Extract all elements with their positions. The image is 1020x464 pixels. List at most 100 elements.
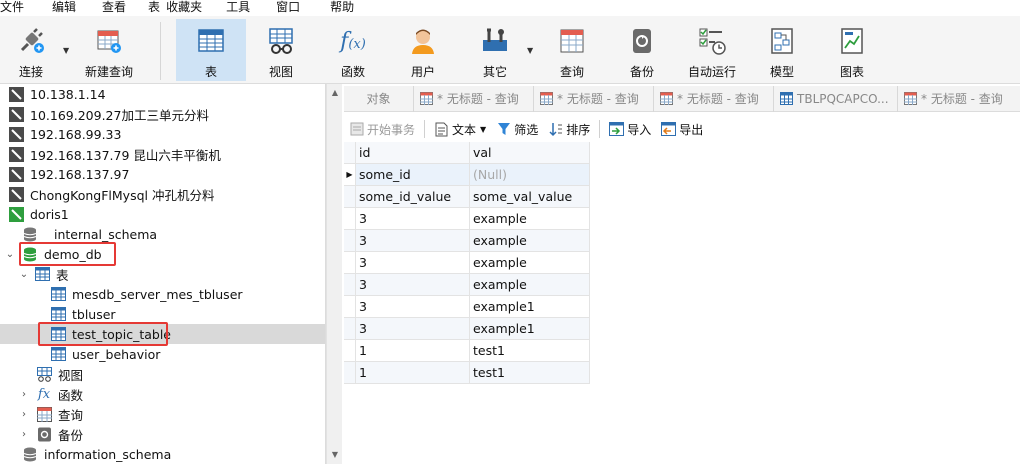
other-dropdown-icon[interactable]: ▼ bbox=[527, 46, 533, 55]
tree-item-views-folder[interactable]: 视图 bbox=[0, 364, 325, 384]
table-row[interactable]: 3 example bbox=[344, 230, 590, 252]
tree-item-table[interactable]: tbluser bbox=[0, 304, 325, 324]
table-row[interactable]: 3 example bbox=[344, 208, 590, 230]
import-button[interactable]: 导入 bbox=[604, 118, 656, 140]
tree-item-label: information_schema bbox=[44, 446, 172, 462]
cell-val[interactable]: example bbox=[470, 252, 590, 274]
tree-item-tables-folder[interactable]: ⌄ 表 bbox=[0, 264, 325, 284]
query-tab-icon bbox=[540, 92, 553, 105]
connection-active-icon bbox=[8, 206, 24, 222]
menu-tools[interactable]: 工具 bbox=[220, 0, 256, 16]
connect-dropdown-icon[interactable]: ▼ bbox=[63, 46, 69, 55]
cell-id[interactable]: 3 bbox=[356, 252, 470, 274]
cell-id[interactable]: some_id_value bbox=[356, 186, 470, 208]
checklist-clock-icon bbox=[696, 25, 728, 57]
table-row[interactable]: 3 example1 bbox=[344, 318, 590, 340]
table-row[interactable]: some_id_value some_val_value bbox=[344, 186, 590, 208]
cell-id[interactable]: some_id bbox=[356, 164, 470, 186]
table-row[interactable]: ▶ some_id (Null) bbox=[344, 164, 590, 186]
cell-id[interactable]: 3 bbox=[356, 274, 470, 296]
cell-id[interactable]: 1 bbox=[356, 340, 470, 362]
tree-item-database[interactable]: information_schema bbox=[0, 444, 325, 464]
tree-item-queries-folder[interactable]: › 查询 bbox=[0, 404, 325, 424]
view-button[interactable]: 视图 bbox=[256, 19, 306, 81]
scroll-up-icon[interactable]: ▲ bbox=[327, 86, 343, 100]
chevron-right-icon[interactable]: › bbox=[18, 429, 30, 440]
auto-run-button[interactable]: 自动运行 bbox=[684, 19, 740, 81]
cell-val[interactable]: example bbox=[470, 274, 590, 296]
cell-id[interactable]: 3 bbox=[356, 230, 470, 252]
tab-query-1[interactable]: * 无标题 - 查询 bbox=[414, 85, 534, 112]
other-button[interactable]: 其它 bbox=[470, 19, 520, 81]
text-view-button[interactable]: 文本 ▼ bbox=[429, 118, 491, 140]
sort-button[interactable]: 排序 bbox=[543, 118, 595, 140]
tree-item-database[interactable]: internal_schema bbox=[0, 224, 325, 244]
backup-button[interactable]: 备份 bbox=[617, 19, 667, 81]
chevron-right-icon[interactable]: › bbox=[18, 409, 30, 420]
function-button[interactable]: f(x) 函数 bbox=[328, 19, 378, 81]
column-header-val[interactable]: val bbox=[470, 142, 590, 164]
table-row[interactable]: 3 example bbox=[344, 252, 590, 274]
model-button[interactable]: 模型 bbox=[757, 19, 807, 81]
cell-val[interactable]: example1 bbox=[470, 296, 590, 318]
menu-table[interactable]: 表 bbox=[142, 0, 166, 16]
sort-label: 排序 bbox=[566, 122, 591, 137]
table-row[interactable]: 1 test1 bbox=[344, 362, 590, 384]
sidebar-scrollbar[interactable]: ▲ ▼ bbox=[326, 84, 342, 464]
toolbar-separator bbox=[599, 120, 601, 138]
query-button[interactable]: 查询 bbox=[547, 19, 597, 81]
tree-item-connection[interactable]: ChongKongFlMysql 冲孔机分料 bbox=[0, 184, 325, 204]
cell-val[interactable]: some_val_value bbox=[470, 186, 590, 208]
connect-label: 连接 bbox=[18, 65, 43, 79]
tree-item-table[interactable]: mesdb_server_mes_tbluser bbox=[0, 284, 325, 304]
menu-edit[interactable]: 编辑 bbox=[46, 0, 82, 16]
chevron-down-icon[interactable]: ⌄ bbox=[4, 249, 16, 260]
cell-val[interactable]: test1 bbox=[470, 340, 590, 362]
cell-id[interactable]: 1 bbox=[356, 362, 470, 384]
cell-val[interactable]: (Null) bbox=[470, 164, 590, 186]
cell-val[interactable]: test1 bbox=[470, 362, 590, 384]
cell-val[interactable]: example bbox=[470, 208, 590, 230]
backup-icon bbox=[626, 25, 658, 57]
table-button[interactable]: 表 bbox=[176, 19, 246, 81]
table-row[interactable]: 3 example1 bbox=[344, 296, 590, 318]
tree-item-table[interactable]: user_behavior bbox=[0, 344, 325, 364]
tab-query-2[interactable]: * 无标题 - 查询 bbox=[534, 85, 654, 112]
menu-window[interactable]: 窗口 bbox=[270, 0, 306, 16]
tab-table-tblpqcapco[interactable]: TBLPQCAPCO... bbox=[774, 85, 898, 112]
tree-item-connection[interactable]: 192.168.137.97 bbox=[0, 164, 325, 184]
menu-help[interactable]: 帮助 bbox=[324, 0, 360, 16]
tree-item-backups-folder[interactable]: › 备份 bbox=[0, 424, 325, 444]
tab-query-3[interactable]: * 无标题 - 查询 bbox=[654, 85, 774, 112]
user-button[interactable]: 用户 bbox=[398, 19, 448, 81]
cell-val[interactable]: example bbox=[470, 230, 590, 252]
chevron-down-icon[interactable]: ⌄ bbox=[18, 269, 30, 280]
tree-item-connection-doris1[interactable]: doris1 bbox=[0, 204, 325, 224]
column-header-id[interactable]: id bbox=[356, 142, 470, 164]
tree-item-connection[interactable]: 192.168.99.33 bbox=[0, 124, 325, 144]
cell-val[interactable]: example1 bbox=[470, 318, 590, 340]
menu-file[interactable]: 文件 bbox=[0, 0, 30, 16]
row-marker bbox=[344, 340, 356, 362]
tab-query-5[interactable]: * 无标题 - 查询 bbox=[898, 86, 1018, 112]
tree-item-functions-folder[interactable]: › fx 函数 bbox=[0, 384, 325, 404]
connect-button[interactable]: 连接 bbox=[6, 19, 56, 81]
chevron-right-icon[interactable]: › bbox=[18, 389, 30, 400]
cell-id[interactable]: 3 bbox=[356, 318, 470, 340]
export-button[interactable]: 导出 bbox=[656, 118, 708, 140]
table-row[interactable]: 3 example bbox=[344, 274, 590, 296]
table-row[interactable]: 1 test1 bbox=[344, 340, 590, 362]
begin-transaction-button[interactable]: 开始事务 bbox=[344, 118, 420, 140]
chart-button[interactable]: 图表 bbox=[827, 19, 877, 81]
tree-item-connection[interactable]: 10.138.1.14 bbox=[0, 84, 325, 104]
scroll-down-icon[interactable]: ▼ bbox=[327, 448, 343, 462]
cell-id[interactable]: 3 bbox=[356, 296, 470, 318]
filter-button[interactable]: 筛选 bbox=[491, 118, 543, 140]
menu-favorites[interactable]: 收藏夹 bbox=[166, 0, 208, 16]
tree-item-connection[interactable]: 10.169.209.27加工三单元分料 bbox=[0, 104, 325, 124]
menu-view[interactable]: 查看 bbox=[96, 0, 132, 16]
tree-item-connection[interactable]: 192.168.137.79 昆山六丰平衡机 bbox=[0, 144, 325, 164]
cell-id[interactable]: 3 bbox=[356, 208, 470, 230]
tab-objects[interactable]: 对象 bbox=[344, 85, 414, 112]
new-query-button[interactable]: 新建查询 bbox=[78, 19, 140, 81]
